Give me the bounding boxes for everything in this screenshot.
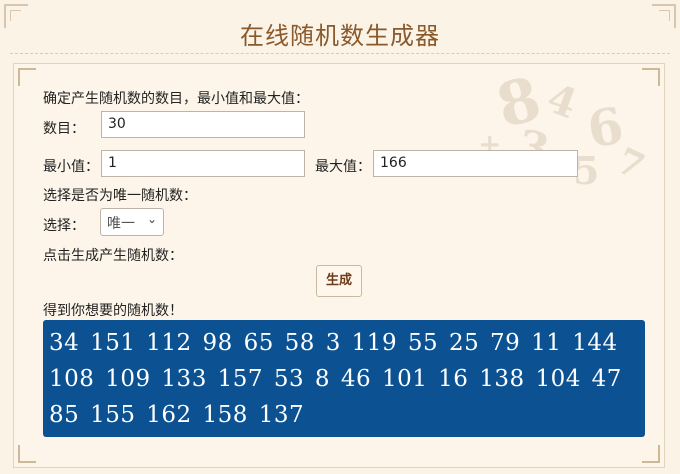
page-title: 在线随机数生成器 — [240, 22, 440, 50]
panel-corner — [642, 445, 660, 463]
max-input[interactable]: 166 — [373, 150, 578, 177]
count-input[interactable]: 30 — [101, 111, 305, 138]
min-input[interactable]: 1 — [101, 150, 305, 177]
max-label: 最大值： — [315, 159, 371, 175]
generate-hint-label: 点击生成产生随机数： — [43, 248, 183, 264]
select-label: 选择： — [43, 218, 85, 234]
unique-select[interactable]: 唯一 ⌄ — [100, 208, 164, 236]
random-numbers-output: 34 151 112 98 65 58 3 119 55 25 79 11 14… — [49, 330, 622, 428]
panel-corner — [642, 68, 660, 86]
count-label: 数目： — [43, 121, 85, 137]
panel-corner — [18, 445, 36, 463]
chevron-down-icon: ⌄ — [146, 212, 157, 226]
title-divider — [10, 53, 670, 54]
panel-corner — [18, 68, 36, 86]
unique-question-label: 选择是否为唯一随机数： — [43, 188, 197, 204]
unique-select-value: 唯一 — [107, 216, 135, 232]
intro-label: 确定产生随机数的数目，最小值和最大值： — [43, 91, 309, 107]
decorative-numbers-background: 8 4 6 3 5 7 + — [478, 63, 651, 193]
generator-panel: 8 4 6 3 5 7 + 确定产生随机数的数目，最小值和最大值： 数目： 30… — [13, 63, 665, 468]
min-label: 最小值： — [43, 159, 99, 175]
result-label: 得到你想要的随机数！ — [43, 303, 183, 319]
results-box: 34 151 112 98 65 58 3 119 55 25 79 11 14… — [43, 320, 645, 437]
generate-button[interactable]: 生成 — [316, 265, 362, 297]
